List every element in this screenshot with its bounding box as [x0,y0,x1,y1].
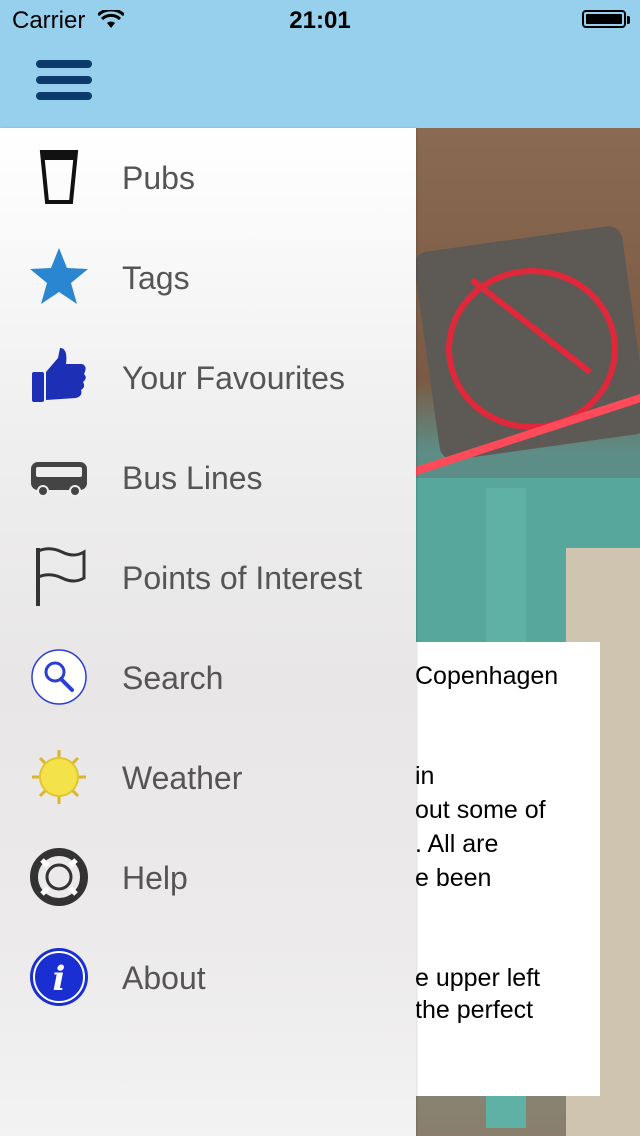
card-text-line: e been [415,864,492,892]
menu-item-search[interactable]: Search [0,628,416,728]
menu-item-pubs[interactable]: Pubs [0,128,416,228]
card-text-line: in [415,762,435,790]
svg-text:i: i [53,959,66,999]
menu-item-label: Bus Lines [122,460,263,496]
menu-item-label: Tags [122,260,190,296]
card-text-line: out some of [415,796,546,824]
card-text-line: the perfect [415,996,534,1024]
thumbs-up-icon [32,348,86,402]
menu-item-label: About [122,960,206,996]
menu-item-label: Pubs [122,160,195,196]
battery-icon [582,10,630,28]
menu-item-help[interactable]: Help [0,828,416,928]
menu-item-label: Points of Interest [122,560,363,596]
status-bar: Carrier 21:01 [0,0,640,40]
pint-glass-icon [39,150,79,204]
menu-item-weather[interactable]: Weather [0,728,416,828]
card-text-line: Copenhagen [415,662,559,690]
menu-item-favourites[interactable]: Your Favourites [0,328,416,428]
bus-icon [31,462,87,497]
menu-item-label: Your Favourites [122,360,345,396]
navigation-bar: Carrier 21:01 [0,0,640,128]
card-text-line: . All are [415,830,499,858]
card-text-line: e upper left [415,964,541,992]
menu-item-label: Weather [122,760,243,796]
side-menu: Pubs Tags Your Favourites Bus Lines Poin… [0,128,416,1136]
flag-icon [36,547,86,606]
sun-icon [32,750,86,804]
menu-item-points-of-interest[interactable]: Points of Interest [0,528,416,628]
status-time: 21:01 [289,7,351,34]
menu-item-about[interactable]: i About [0,928,416,1028]
search-icon [31,649,87,705]
menu-item-label: Search [122,660,224,696]
menu-item-label: Help [122,860,188,896]
star-icon [30,248,88,304]
lifebuoy-icon [30,848,88,906]
menu-toggle-button[interactable] [36,60,92,104]
menu-item-bus-lines[interactable]: Bus Lines [0,428,416,528]
menu-item-tags[interactable]: Tags [0,228,416,328]
info-icon: i [30,948,88,1006]
